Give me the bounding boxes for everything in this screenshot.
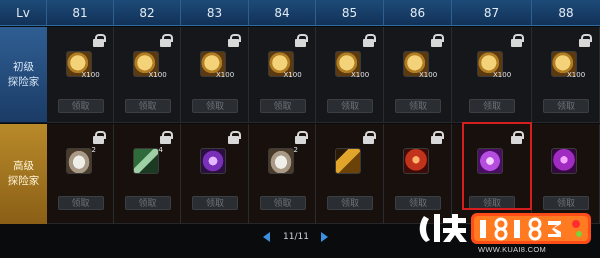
item-quantity: 2 bbox=[91, 146, 96, 154]
reward-table: Lv 81 82 83 84 85 86 87 88 初级 探险家 高级 探险家… bbox=[0, 0, 600, 228]
claim-button[interactable]: 领取 bbox=[57, 99, 104, 113]
level-header-81: 81 bbox=[47, 0, 114, 26]
lock-icon bbox=[295, 131, 308, 144]
reward-cell[interactable]: X100 领取 bbox=[316, 27, 384, 123]
reward-cell[interactable]: X100 领取 bbox=[114, 27, 181, 123]
lock-icon bbox=[579, 34, 592, 47]
claim-button[interactable]: 领取 bbox=[57, 196, 104, 210]
highlight-frame bbox=[462, 122, 532, 210]
item-quantity: X100 bbox=[351, 71, 370, 79]
lock-icon bbox=[295, 34, 308, 47]
item-quantity: X100 bbox=[81, 71, 100, 79]
pagination: 11/11 bbox=[255, 230, 335, 246]
lock-icon bbox=[93, 34, 106, 47]
reward-cell[interactable]: 领取 bbox=[384, 124, 452, 224]
claim-button[interactable]: 领取 bbox=[395, 99, 441, 113]
item-quantity: X100 bbox=[148, 71, 167, 79]
item-quantity: X100 bbox=[493, 71, 512, 79]
row-label-basic-explorer: 初级 探险家 bbox=[0, 27, 47, 123]
lock-icon bbox=[160, 34, 173, 47]
claim-button[interactable]: 领取 bbox=[259, 99, 306, 113]
lock-icon bbox=[160, 131, 173, 144]
level-header-83: 83 bbox=[181, 0, 249, 26]
reward-cell[interactable]: X100 领取 bbox=[452, 27, 532, 123]
level-header-lv: Lv bbox=[0, 0, 47, 26]
purple-scroll-icon[interactable] bbox=[200, 148, 226, 174]
silver-ingot-icon[interactable] bbox=[267, 148, 294, 174]
claim-button[interactable]: 领取 bbox=[124, 196, 171, 210]
watermark-logo: WWW.KUAI8.COM bbox=[416, 210, 596, 256]
item-quantity: X100 bbox=[283, 71, 302, 79]
level-header-85: 85 bbox=[316, 0, 384, 26]
reward-cell[interactable]: 4 领取 bbox=[114, 124, 181, 224]
lock-icon bbox=[228, 34, 241, 47]
claim-button[interactable]: 领取 bbox=[327, 99, 373, 113]
reward-cell[interactable]: 2 领取 bbox=[47, 124, 114, 224]
claim-button[interactable]: 领取 bbox=[192, 99, 238, 113]
claim-button[interactable]: 领取 bbox=[395, 196, 441, 210]
lock-icon bbox=[228, 131, 241, 144]
reward-cell[interactable]: X100 领取 bbox=[532, 27, 600, 123]
lock-icon bbox=[431, 34, 444, 47]
reward-cell[interactable]: X100 领取 bbox=[47, 27, 114, 123]
claim-button[interactable]: 领取 bbox=[259, 196, 306, 210]
next-page-icon[interactable] bbox=[321, 232, 328, 242]
reward-cell[interactable]: X100 领取 bbox=[384, 27, 452, 123]
item-quantity: 2 bbox=[293, 146, 298, 154]
item-quantity: X100 bbox=[419, 71, 438, 79]
claim-button[interactable]: 领取 bbox=[327, 196, 373, 210]
reward-cell[interactable]: 2 领取 bbox=[249, 124, 316, 224]
lock-icon bbox=[363, 131, 376, 144]
lock-icon bbox=[93, 131, 106, 144]
item-quantity: X100 bbox=[567, 71, 586, 79]
item-quantity: X100 bbox=[216, 71, 235, 79]
level-header-88: 88 bbox=[558, 6, 574, 20]
row-label-advanced-explorer: 高级 探险家 bbox=[0, 124, 47, 224]
ticket-stack-icon[interactable] bbox=[132, 148, 159, 174]
kuai8-logo-icon bbox=[419, 213, 591, 244]
claim-button[interactable]: 领取 bbox=[543, 196, 589, 210]
lock-icon bbox=[511, 34, 524, 47]
silver-ingot-icon[interactable] bbox=[65, 148, 92, 174]
watermark-url: WWW.KUAI8.COM bbox=[478, 245, 547, 254]
claim-button[interactable]: 领取 bbox=[543, 99, 589, 113]
reward-cell[interactable]: 领取 bbox=[532, 124, 600, 224]
reward-cell[interactable]: 领取 bbox=[181, 124, 249, 224]
red-armor-icon[interactable] bbox=[403, 148, 429, 174]
claim-button[interactable]: 领取 bbox=[192, 196, 238, 210]
claim-button[interactable]: 领取 bbox=[469, 99, 515, 113]
lock-icon bbox=[363, 34, 376, 47]
reward-cell[interactable]: 领取 bbox=[316, 124, 384, 224]
purple-armor-icon[interactable] bbox=[551, 148, 577, 174]
lock-icon bbox=[431, 131, 444, 144]
level-header-86: 86 bbox=[384, 0, 452, 26]
level-header-87: 87 bbox=[452, 0, 532, 26]
previous-page-icon[interactable] bbox=[263, 232, 270, 242]
level-header-row: Lv 81 82 83 84 85 86 87 88 bbox=[0, 0, 600, 26]
reward-cell[interactable]: X100 领取 bbox=[181, 27, 249, 123]
golden-key-icon[interactable] bbox=[335, 148, 361, 174]
level-header-84: 84 bbox=[249, 0, 316, 26]
level-header-82: 82 bbox=[114, 0, 181, 26]
reward-cell[interactable]: X100 领取 bbox=[249, 27, 316, 123]
claim-button[interactable]: 领取 bbox=[124, 99, 171, 113]
item-quantity: 4 bbox=[158, 146, 163, 154]
page-indicator: 11/11 bbox=[283, 232, 309, 242]
